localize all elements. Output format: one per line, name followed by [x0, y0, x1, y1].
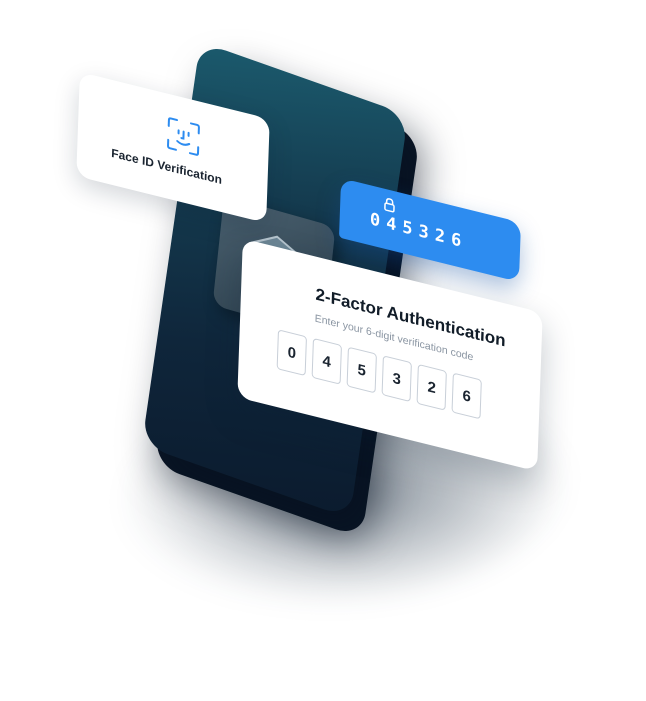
code-digit-input[interactable]: 6	[451, 372, 482, 420]
face-id-label: Face ID Verification	[111, 145, 223, 188]
code-digit-input[interactable]: 2	[416, 363, 447, 411]
code-digit-input[interactable]: 4	[311, 337, 342, 385]
face-id-icon	[167, 117, 200, 156]
code-digit-input[interactable]: 3	[381, 355, 412, 403]
lock-icon	[384, 198, 395, 213]
illustration-stage: Face ID Verification 045326 2-Factor Aut…	[0, 0, 646, 701]
verification-code: 045326	[369, 209, 468, 254]
code-digit-inputs: 0 4 5 3 2 6	[276, 329, 482, 420]
code-digit-input[interactable]: 0	[276, 329, 307, 377]
code-digit-input[interactable]: 5	[346, 346, 377, 394]
